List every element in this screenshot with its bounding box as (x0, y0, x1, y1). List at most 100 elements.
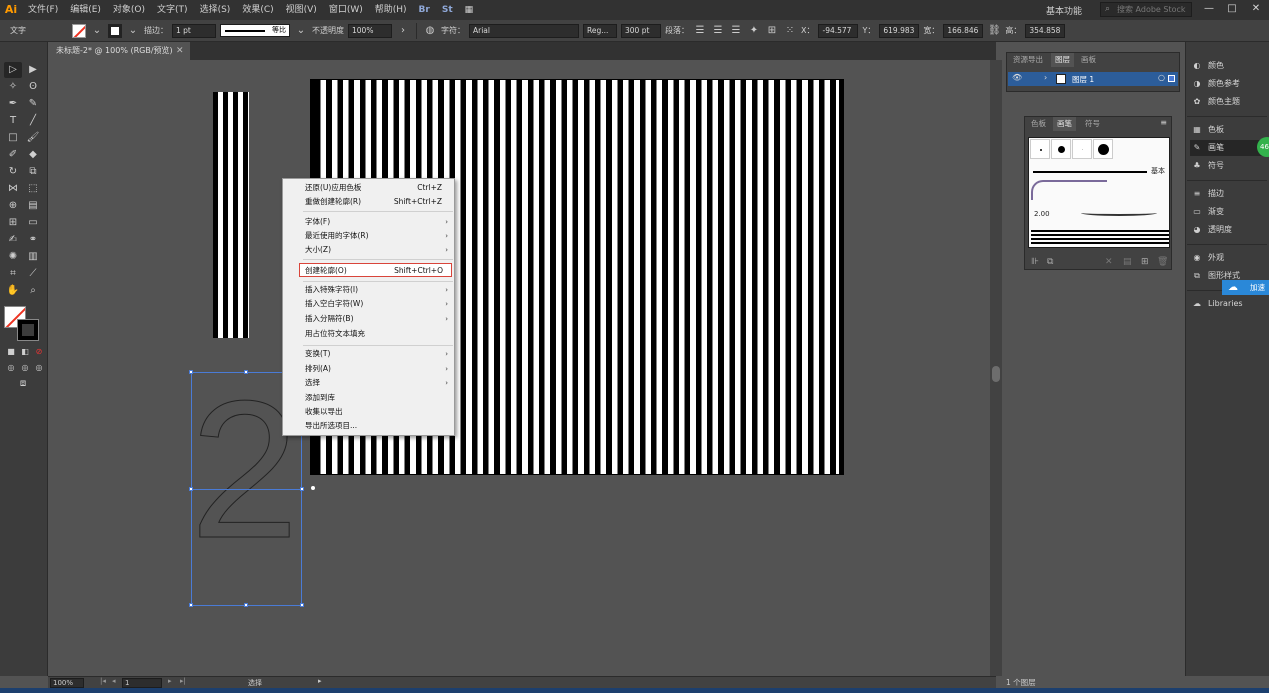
align-left-icon[interactable]: ☰ (693, 24, 707, 38)
slice-tool-icon[interactable]: ⟋ (24, 266, 42, 282)
remove-stroke-icon[interactable]: ✕ (1105, 257, 1113, 267)
tab-artboards[interactable]: 画板 (1077, 53, 1100, 67)
curvature-tool-icon[interactable]: ✎ (24, 96, 42, 112)
brush-list[interactable]: 基本 2.00 (1028, 137, 1170, 248)
none-mode-icon[interactable]: ⊘ (30, 344, 48, 360)
selection-handle[interactable] (300, 487, 304, 491)
maximize-button[interactable]: □ (1222, 1, 1242, 17)
grid-layout-icon[interactable]: ▦ (459, 0, 480, 20)
layer-row[interactable]: 👁 › 图层 1 ○ (1008, 72, 1178, 86)
pattern-brush-sample[interactable] (1031, 180, 1107, 200)
menu-item-undo[interactable]: 还原(U)应用色板 Ctrl+Z (283, 181, 454, 195)
selection-indicator[interactable] (1168, 75, 1175, 82)
dock-appearance[interactable]: ◉ 外观 (1190, 250, 1268, 266)
dock-transparency[interactable]: ◕ 透明度 (1190, 222, 1268, 238)
height-field[interactable]: 354.858 (1025, 23, 1066, 38)
font-family-field[interactable]: Arial (469, 23, 579, 38)
width-field[interactable]: 166.846 (943, 23, 984, 38)
rectangle-tool-icon[interactable]: □ (4, 130, 22, 146)
recolor-icon[interactable]: ✦ (747, 24, 761, 38)
reference-point-icon[interactable]: ⁙ (783, 24, 797, 38)
eyedropper-tool-icon[interactable]: ✍ (4, 232, 22, 248)
menu-item-insert-special-char[interactable]: 插入特殊字符(I) › (283, 283, 454, 297)
link-icon[interactable]: ⛓ (987, 24, 1001, 38)
font-style-field[interactable]: Reg... (583, 23, 617, 38)
selection-handle[interactable] (189, 370, 193, 374)
dock-stroke[interactable]: ≡ 描边 (1190, 186, 1268, 202)
options-icon[interactable]: ▤ (1123, 257, 1132, 267)
globe-icon[interactable]: ◍ (423, 24, 437, 38)
accelerate-tip[interactable]: ☁ 加速 (1222, 280, 1269, 295)
document-tab[interactable]: 未标题-2* @ 100% (RGB/预览) (48, 42, 190, 60)
align-right-icon[interactable]: ☰ (729, 24, 743, 38)
menu-edit[interactable]: 编辑(E) (64, 0, 107, 20)
graph-tool-icon[interactable]: ▥ (24, 249, 42, 265)
stroke-color-box[interactable] (17, 319, 39, 341)
menu-help[interactable]: 帮助(H) (369, 0, 413, 20)
brush-library-icon[interactable]: ⊪ (1031, 257, 1039, 267)
chevron-right-icon[interactable]: › (396, 24, 410, 38)
new-brush-icon[interactable]: ⊞ (1141, 257, 1149, 267)
trash-icon[interactable]: 🗑 (1157, 257, 1168, 267)
canvas[interactable]: 2 (48, 60, 990, 676)
dock-color[interactable]: ◐ 颜色 (1190, 58, 1268, 74)
chevron-down-icon[interactable]: ⌄ (90, 24, 104, 38)
screen-mode-icon[interactable]: ⧈ (14, 376, 32, 392)
shaper-tool-icon[interactable]: ✐ (4, 147, 22, 163)
chevron-down-icon[interactable]: ⌄ (126, 24, 140, 38)
opacity-field[interactable]: 100% (348, 23, 392, 38)
menu-view[interactable]: 视图(V) (280, 0, 323, 20)
type-tool-icon[interactable]: T (4, 113, 22, 129)
gradient-tool-icon[interactable]: ▭ (24, 215, 42, 231)
tab-layers[interactable]: 图层 (1051, 53, 1074, 67)
brush-dot-large[interactable] (1093, 139, 1113, 159)
menu-item-collect-for-export[interactable]: 收集以导出 (283, 405, 454, 419)
menu-item-create-outlines[interactable]: 创建轮廓(O) Shift+Ctrl+O (299, 263, 452, 277)
menu-item-font[interactable]: 字体(F) › (283, 215, 454, 229)
hand-tool-icon[interactable]: ✋ (4, 283, 22, 299)
stock-search-input[interactable]: ⌕ 搜索 Adobe Stock (1100, 2, 1192, 17)
brush-dot-tiny[interactable] (1072, 139, 1092, 159)
brush-dot-medium[interactable] (1051, 139, 1071, 159)
stroke-weight-field[interactable]: 1 pt (172, 23, 216, 38)
tab-symbols[interactable]: 符号 (1081, 117, 1104, 131)
pen-tool-icon[interactable]: ✒ (4, 96, 22, 112)
menu-select[interactable]: 选择(S) (194, 0, 237, 20)
x-field[interactable]: -94.577 (818, 23, 859, 38)
menu-item-export-selection[interactable]: 导出所选项目... (283, 419, 454, 433)
close-icon[interactable]: ✕ (176, 42, 186, 60)
zoom-tool-icon[interactable]: ⌕ (24, 283, 42, 299)
dock-gradient[interactable]: ▭ 渐变 (1190, 204, 1268, 220)
status-menu-arrow-icon[interactable]: ▸ (318, 677, 322, 685)
scrollbar-thumb[interactable] (992, 366, 1000, 382)
menu-item-size[interactable]: 大小(Z) › (283, 243, 454, 257)
dock-color-themes[interactable]: ✿ 颜色主题 (1190, 94, 1268, 110)
dock-libraries[interactable]: ☁ Libraries (1190, 296, 1268, 312)
libraries-icon[interactable]: ⧉ (1047, 257, 1053, 267)
brush-dot-small[interactable] (1030, 139, 1050, 159)
align-objects-icon[interactable]: ⊞ (765, 24, 779, 38)
menu-item-placeholder-text[interactable]: 用占位符文本填充 (283, 327, 454, 341)
stripes-brush-sample[interactable] (1031, 228, 1169, 244)
next-artboard-icon[interactable]: ▸ (168, 677, 172, 685)
menu-item-recent-fonts[interactable]: 最近使用的字体(R) › (283, 229, 454, 243)
bridge-icon[interactable]: Br (413, 0, 436, 20)
selection-tool-icon[interactable]: ▷ (4, 62, 22, 78)
panel-menu-icon[interactable]: ≡ (1160, 118, 1167, 127)
workspace-switcher[interactable]: 基本功能 (1046, 4, 1082, 17)
mesh-tool-icon[interactable]: ⊞ (4, 215, 22, 231)
symbol-sprayer-tool-icon[interactable]: ✺ (4, 249, 22, 265)
selection-handle[interactable] (189, 487, 193, 491)
selection-handle[interactable] (300, 603, 304, 607)
selection-handle[interactable] (244, 370, 248, 374)
first-artboard-icon[interactable]: |◂ (100, 677, 106, 685)
shape-builder-tool-icon[interactable]: ⊕ (4, 198, 22, 214)
close-button[interactable]: ✕ (1246, 1, 1266, 17)
zoom-field[interactable]: 100% (50, 678, 84, 688)
selection-handle[interactable] (189, 603, 193, 607)
basic-brush-stroke[interactable] (1033, 171, 1147, 173)
magic-wand-tool-icon[interactable]: ✧ (4, 79, 22, 95)
line-tool-icon[interactable]: ╱ (24, 113, 42, 129)
menu-item-transform[interactable]: 变换(T) › (283, 347, 454, 361)
eraser-tool-icon[interactable]: ◆ (24, 147, 42, 163)
